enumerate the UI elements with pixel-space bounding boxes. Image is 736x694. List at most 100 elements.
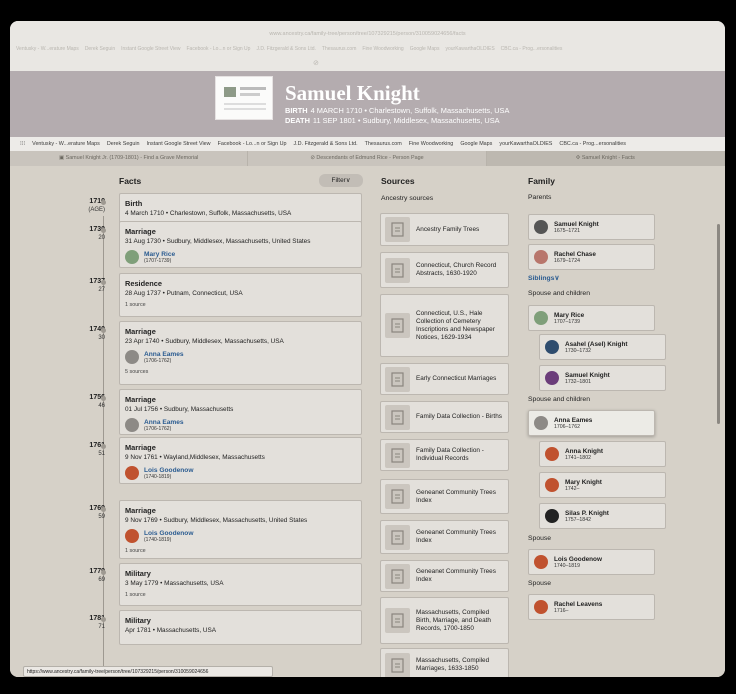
profile-thumbnail[interactable] <box>215 76 273 120</box>
fact-person[interactable]: Lois Goodenow (1740-1819) <box>125 529 356 543</box>
fact-card[interactable]: Marriage 23 Apr 1740 • Sudbury, Middlesex… <box>119 321 362 385</box>
family-member-card[interactable]: Silas P. Knight 1757–1842 <box>539 503 666 529</box>
fact-title: Marriage <box>125 227 156 236</box>
tab-descendants[interactable]: ⊘ Descendants of Edmund Rice - Person Pa… <box>248 151 487 166</box>
avatar <box>534 311 548 325</box>
fact-detail: Apr 1781 • Massachusetts, USA <box>125 627 217 634</box>
avatar <box>534 220 548 234</box>
fact-title: Marriage <box>125 506 156 515</box>
source-card[interactable]: Geneanet Community Trees Index <box>380 520 509 554</box>
family-member-text: Mary Rice 1707–1739 <box>554 312 584 325</box>
fact-sources: 1 source <box>125 592 146 598</box>
fact-card[interactable]: Marriage 9 Nov 1761 • Wayland,Middlesex, … <box>119 437 362 484</box>
source-title: Family Data Collection - Births <box>416 413 502 420</box>
fact-title: Birth <box>125 199 143 208</box>
bookmark-faded: Facebook - Lo...n or Sign Up <box>186 46 251 52</box>
source-card[interactable]: Ancestry Family Trees <box>380 213 509 246</box>
fact-person-text: Lois Goodenow (1740-1819) <box>144 467 193 480</box>
bookmark-item[interactable]: Derek Seguin <box>107 141 140 147</box>
bookmark-item[interactable]: Facebook - Lo...n or Sign Up <box>218 141 287 147</box>
source-card[interactable]: Geneanet Community Trees Index <box>380 479 509 514</box>
fact-person-dates: (1740-1819) <box>144 536 172 543</box>
source-card[interactable]: Massachusetts, Compiled Marriages, 1633-… <box>380 648 509 677</box>
fact-card[interactable]: Marriage 01 Jul 1756 • Sudbury, Massachus… <box>119 389 362 435</box>
bookmark-item[interactable]: Google Maps <box>460 141 492 147</box>
fact-detail: 23 Apr 1740 • Sudbury, Middlesex, Massac… <box>125 338 284 345</box>
family-member-card[interactable]: Lois Goodenow 1740–1819 <box>528 549 655 575</box>
source-card[interactable]: Massachusetts, Compiled Birth, Marriage,… <box>380 597 509 644</box>
bookmark-item[interactable]: Fine Woodworking <box>409 141 454 147</box>
source-title: Massachusetts, Compiled Birth, Marriage,… <box>416 608 491 632</box>
fact-detail: 9 Nov 1769 • Sudbury, Middlesex, Massach… <box>125 517 308 524</box>
source-card[interactable]: Connecticut, Church Record Abstracts, 16… <box>380 252 509 288</box>
fact-person[interactable]: Anna Eames (1706-1762) <box>125 418 356 432</box>
fact-sources: 1 source <box>125 302 146 308</box>
tab-find-a-grave[interactable]: ▣ Samuel Knight Jr. (1709-1801) - Find a… <box>10 151 249 166</box>
fact-title: Military <box>125 616 151 625</box>
family-section-label: Spouse <box>528 535 552 542</box>
fact-person-name: Mary Rice <box>144 250 176 258</box>
source-title: Massachusetts, Compiled Marriages, 1633-… <box>416 657 490 672</box>
timeline-dot <box>101 396 106 401</box>
fact-title: Marriage <box>125 395 156 404</box>
bookmark-item[interactable]: Instant Google Street View <box>147 141 211 147</box>
shield-icon[interactable]: ⊘ <box>313 59 319 67</box>
facts-header: Facts <box>119 176 142 186</box>
family-member-text: Anna Knight 1741–1802 <box>565 448 603 461</box>
family-member-dates: 1732–1801 <box>565 378 591 385</box>
family-member-card[interactable]: Rachel Leavens 1716– <box>528 594 655 620</box>
source-card[interactable]: Geneanet Community Trees Index <box>380 560 509 592</box>
family-member-text: Samuel Knight 1732–1801 <box>565 372 610 385</box>
fact-person[interactable]: Anna Eames (1706-1762) <box>125 350 356 364</box>
document-icon <box>385 366 410 392</box>
family-member-dates: 1757–1842 <box>565 516 591 523</box>
bookmark-faded: J.D. Fitzgerald & Sons Ltd. <box>256 46 316 52</box>
scrollbar[interactable] <box>717 224 720 424</box>
fact-person-name: Lois Goodenow <box>144 466 194 474</box>
fact-card[interactable]: Military Apr 1781 • Massachusetts, USA <box>119 610 362 645</box>
source-card[interactable]: Early Connecticut Marriages <box>380 363 509 395</box>
family-member-dates: 1740–1819 <box>554 562 580 569</box>
family-member-card[interactable]: Samuel Knight 1675–1721 <box>528 214 655 240</box>
fact-person[interactable]: Lois Goodenow (1740-1819) <box>125 466 356 480</box>
fact-card[interactable]: Marriage 9 Nov 1769 • Sudbury, Middlesex,… <box>119 500 362 559</box>
fact-person[interactable]: Mary Rice (1707-1739) <box>125 250 356 264</box>
family-member-text: Lois Goodenow 1740–1819 <box>554 556 602 569</box>
fact-age: 69 <box>98 577 105 583</box>
family-member-card[interactable]: Samuel Knight 1732–1801 <box>539 365 666 391</box>
family-member-card[interactable]: Mary Rice 1707–1739 <box>528 305 655 331</box>
fact-card[interactable]: Residence 28 Aug 1737 • Putnam, Connectic… <box>119 273 362 317</box>
source-card[interactable]: Family Data Collection - Births <box>380 401 509 433</box>
bookmark-item[interactable]: Ventusky - W...erature Maps <box>32 141 100 147</box>
url-bar[interactable]: www.ancestry.ca/family-tree/person/tree/… <box>10 31 725 37</box>
bookmark-item[interactable]: CBC.ca - Prog...ersonalities <box>559 141 626 147</box>
timeline-dot <box>101 200 106 205</box>
family-member-card[interactable]: Rachel Chase 1679–1724 <box>528 244 655 270</box>
family-member-card[interactable]: Asahel (Asel) Knight 1730–1732 <box>539 334 666 360</box>
source-card[interactable]: Connecticut, U.S., Hale Collection of Ce… <box>380 294 509 357</box>
fact-detail: 4 March 1710 • Charlestown, Suffolk, Mas… <box>125 210 292 217</box>
bookmark-item[interactable]: yourKawarthaOLDIES <box>499 141 552 147</box>
fact-card[interactable]: Military 3 May 1779 • Massachusetts, USA 1… <box>119 563 362 606</box>
bookmark-item[interactable]: Thesaurus.com <box>365 141 402 147</box>
bookmark-faded: Google Maps <box>409 46 440 52</box>
bookmark-faded: Derek Seguin <box>84 46 116 52</box>
siblings-toggle[interactable]: Siblings∨ <box>528 274 559 282</box>
filter-button[interactable]: Filter∨ <box>319 174 363 187</box>
source-card[interactable]: Family Data Collection - Individual Reco… <box>380 439 509 471</box>
fact-sources: 1 source <box>125 548 146 554</box>
person-name: Samuel Knight <box>285 81 420 105</box>
family-member-card[interactable]: Anna Knight 1741–1802 <box>539 441 666 467</box>
fact-person-dates: (1707-1739) <box>144 257 172 264</box>
fact-detail: 01 Jul 1756 • Sudbury, Massachusetts <box>125 406 234 413</box>
avatar <box>125 529 139 543</box>
bookmark-item[interactable]: J.D. Fitzgerald & Sons Ltd. <box>293 141 357 147</box>
fact-card[interactable]: Marriage 31 Aug 1730 • Sudbury, Middlesex… <box>119 221 362 268</box>
family-member-card[interactable]: Mary Knight 1742– <box>539 472 666 498</box>
apps-grid-icon[interactable]: ⁝⁝⁝ <box>20 141 25 147</box>
bookmarks-bar: ⁝⁝⁝ Ventusky - W...erature Maps Derek Segu… <box>10 137 725 151</box>
family-member-card[interactable]: Anna Eames 1706–1762 <box>528 410 655 436</box>
tab-facts[interactable]: ✣ Samuel Knight - Facts <box>486 151 725 166</box>
fact-person-text: Anna Eames (1706-1762) <box>144 419 184 432</box>
timeline-dot <box>101 280 106 285</box>
